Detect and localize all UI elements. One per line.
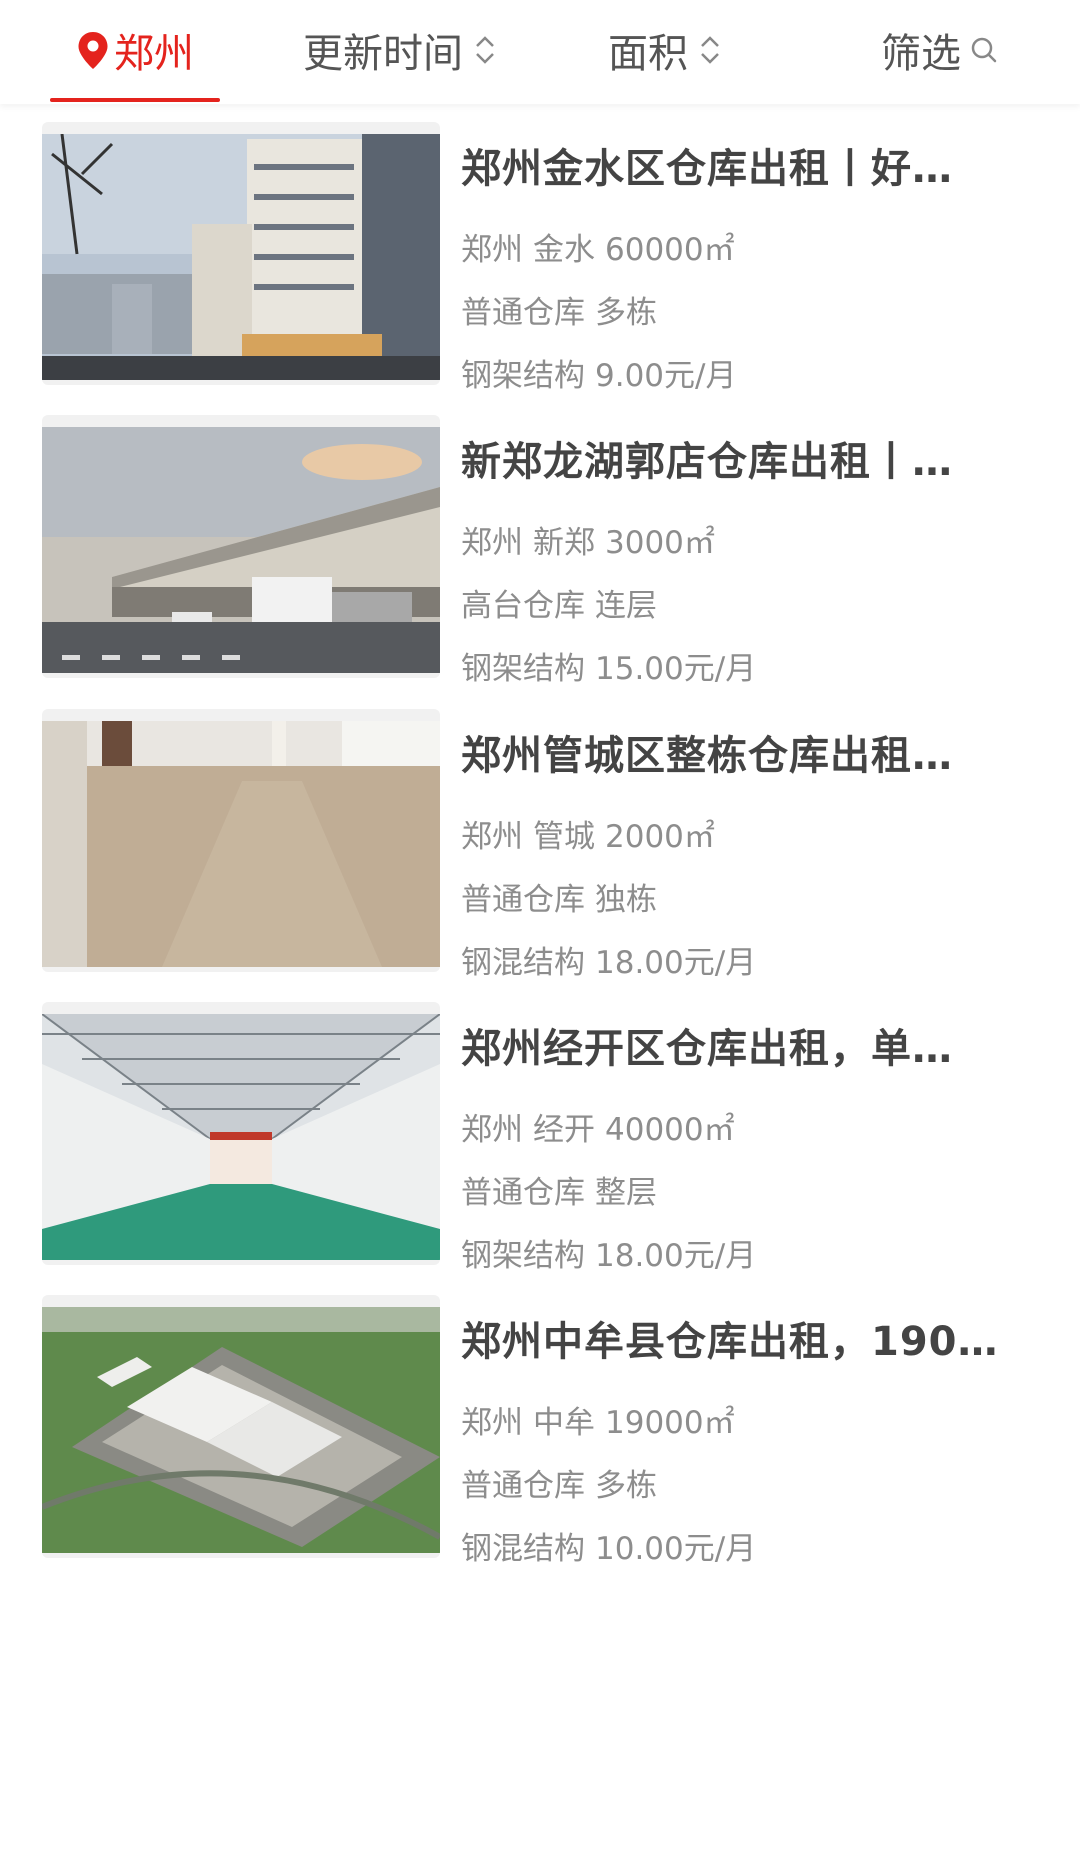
location-pin-icon (78, 32, 108, 69)
listing-type: 普通仓库 独栋 (461, 874, 1021, 919)
listing-type: 普通仓库 多栋 (461, 1460, 1021, 1505)
listing-structure: 钢混结构 (461, 945, 585, 981)
listing-warehouse-type: 高台仓库 (461, 588, 585, 624)
listing-title: 新郑龙湖郭店仓库出租丨… (461, 439, 953, 485)
listing-floors: 独栋 (595, 882, 657, 918)
listing-card[interactable]: 郑州经开区仓库出租，单… 郑州 经开 40000㎡ 普通仓库 整层 钢架结构 18.00… (0, 984, 1080, 1284)
filter-label: 筛选 (881, 31, 961, 77)
listing-type: 普通仓库 多栋 (461, 287, 1021, 332)
sort-area-tab[interactable]: 面积 (595, 0, 735, 100)
listing-area: 60000㎡ (605, 232, 735, 268)
listing-price-line: 钢混结构 10.00元/月 (461, 1523, 1021, 1568)
listing-city: 郑州 (461, 525, 523, 561)
listing-image-frame (42, 709, 440, 972)
listing-price: 18.00元/月 (595, 945, 757, 981)
listing-image (42, 1307, 440, 1553)
listing-location: 郑州 新郑 3000㎡ (461, 517, 1021, 562)
listing-card[interactable]: 郑州管城区整栋仓库出租… 郑州 管城 2000㎡ 普通仓库 独栋 钢混结构 18.00元… (0, 691, 1080, 991)
listing-warehouse-type: 普通仓库 (461, 295, 585, 331)
sort-updown-icon (476, 36, 494, 64)
area-label: 面积 (608, 31, 688, 77)
listing-image-frame (42, 1295, 440, 1558)
update-time-label: 更新时间 (303, 31, 463, 77)
listing-card[interactable]: 新郑龙湖郭店仓库出租丨… 郑州 新郑 3000㎡ 高台仓库 连层 钢架结构 15.00元… (0, 397, 1080, 697)
listing-card[interactable]: 郑州金水区仓库出租丨好… 郑州 金水 60000㎡ 普通仓库 多栋 钢架结构 9.00元… (0, 104, 1080, 404)
listing-floors: 多栋 (595, 1468, 657, 1504)
listing-price: 10.00元/月 (595, 1531, 757, 1567)
listing-price-line: 钢混结构 18.00元/月 (461, 937, 1021, 982)
listing-image (42, 134, 440, 380)
listing-price-line: 钢架结构 18.00元/月 (461, 1230, 1021, 1275)
listing-district: 经开 (533, 1112, 595, 1148)
listing-type: 普通仓库 整层 (461, 1167, 1021, 1212)
listing-image (42, 1014, 440, 1260)
sort-update-time-tab[interactable]: 更新时间 (285, 0, 515, 100)
listing-city: 郑州 (461, 819, 523, 855)
listing-district: 新郑 (533, 525, 595, 561)
listing-structure: 钢混结构 (461, 1531, 585, 1567)
listing-warehouse-type: 普通仓库 (461, 1468, 585, 1504)
search-icon (971, 37, 997, 63)
listing-warehouse-type: 普通仓库 (461, 882, 585, 918)
listing-price: 9.00元/月 (595, 358, 737, 394)
listing-structure: 钢架结构 (461, 1238, 585, 1274)
listing-area: 40000㎡ (605, 1112, 735, 1148)
listing-location: 郑州 中牟 19000㎡ (461, 1397, 1021, 1442)
listing-city: 郑州 (461, 1112, 523, 1148)
listing-district: 管城 (533, 819, 595, 855)
listing-location: 郑州 金水 60000㎡ (461, 224, 1021, 269)
listing-floors: 整层 (595, 1175, 657, 1211)
listing-price-line: 钢架结构 9.00元/月 (461, 350, 1021, 395)
listing-title: 郑州中牟县仓库出租，190… (461, 1319, 999, 1365)
listing-image-frame (42, 1002, 440, 1265)
listing-area: 3000㎡ (605, 525, 715, 561)
active-tab-indicator (50, 98, 220, 102)
listing-image-frame (42, 122, 440, 385)
city-label: 郑州 (114, 31, 194, 77)
listing-area: 19000㎡ (605, 1405, 735, 1441)
listing-warehouse-type: 普通仓库 (461, 1175, 585, 1211)
listing-image (42, 721, 440, 967)
listing-title: 郑州金水区仓库出租丨好… (461, 146, 953, 192)
listing-type: 高台仓库 连层 (461, 580, 1021, 625)
filter-bar: 郑州 更新时间 面积 筛选 (0, 0, 1080, 104)
listing-location: 郑州 经开 40000㎡ (461, 1104, 1021, 1149)
listing-city: 郑州 (461, 1405, 523, 1441)
listing-price-line: 钢架结构 15.00元/月 (461, 643, 1021, 688)
listing-title: 郑州管城区整栋仓库出租… (461, 733, 953, 779)
listing-structure: 钢架结构 (461, 651, 585, 687)
sort-updown-icon (701, 36, 719, 64)
listing-card[interactable]: 郑州中牟县仓库出租，190… 郑州 中牟 19000㎡ 普通仓库 多栋 钢混结构 10.… (0, 1277, 1080, 1577)
listing-price: 18.00元/月 (595, 1238, 757, 1274)
city-tab[interactable]: 郑州 (50, 0, 220, 102)
filter-tab[interactable]: 筛选 (865, 0, 1015, 100)
listing-floors: 连层 (595, 588, 657, 624)
listing-structure: 钢架结构 (461, 358, 585, 394)
listing-image (42, 427, 440, 673)
listing-area: 2000㎡ (605, 819, 715, 855)
listing-city: 郑州 (461, 232, 523, 268)
listing-title: 郑州经开区仓库出租，单… (461, 1026, 953, 1072)
listing-location: 郑州 管城 2000㎡ (461, 811, 1021, 856)
listing-floors: 多栋 (595, 295, 657, 331)
listing-district: 中牟 (533, 1405, 595, 1441)
listing-price: 15.00元/月 (595, 651, 757, 687)
listing-image-frame (42, 415, 440, 678)
listing-district: 金水 (533, 232, 595, 268)
